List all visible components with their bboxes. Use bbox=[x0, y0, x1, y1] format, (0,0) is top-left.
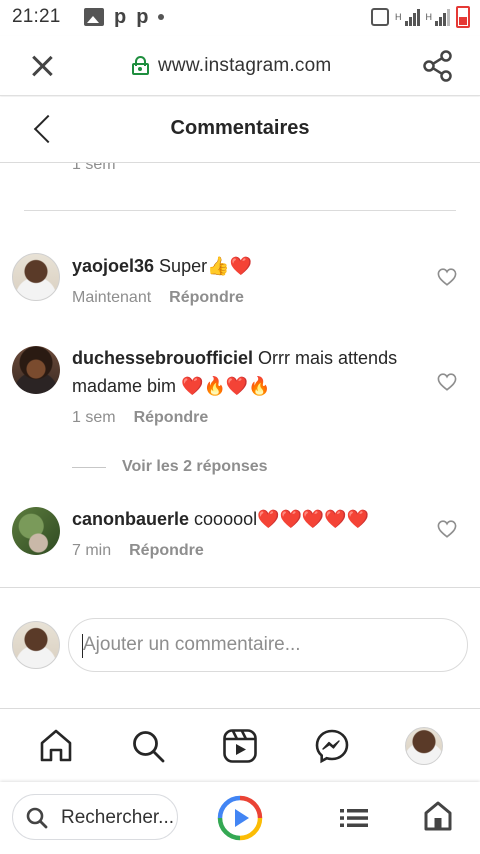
comment-username[interactable]: yaojoel36 bbox=[72, 256, 154, 276]
divider bbox=[0, 587, 480, 588]
gallery-notification-icon bbox=[84, 8, 104, 26]
comment-body: yaojoel36 Super👍❤️ bbox=[72, 252, 432, 280]
browser-home-icon[interactable] bbox=[423, 800, 453, 832]
divider bbox=[24, 210, 456, 211]
heart-outline-icon[interactable] bbox=[437, 373, 457, 391]
share-icon[interactable] bbox=[420, 50, 456, 82]
heart-outline-icon[interactable] bbox=[437, 520, 457, 538]
reply-button[interactable]: Répondre bbox=[134, 409, 209, 427]
status-bar: 21:21 p p H H bbox=[0, 0, 480, 36]
assistant-icon[interactable] bbox=[217, 795, 263, 841]
menu-list-icon[interactable] bbox=[338, 804, 370, 832]
home-icon[interactable] bbox=[38, 728, 74, 764]
comment-text: coooool❤️❤️❤️❤️❤️ bbox=[189, 509, 370, 529]
network-type-icon: H bbox=[395, 12, 402, 22]
reels-icon[interactable] bbox=[222, 728, 258, 764]
avatar[interactable] bbox=[12, 253, 60, 301]
reply-button[interactable]: Répondre bbox=[169, 289, 244, 307]
search-icon[interactable] bbox=[130, 728, 166, 764]
battery-low-icon bbox=[456, 6, 470, 28]
profile-avatar[interactable] bbox=[405, 727, 443, 765]
p-app-notification-icon-2: p bbox=[136, 6, 149, 28]
heart-outline-icon[interactable] bbox=[437, 268, 457, 286]
comment-meta: 1 sem Répondre bbox=[72, 409, 208, 427]
signal-icon bbox=[404, 8, 420, 26]
system-icons: H H bbox=[371, 6, 470, 28]
network-type-icon-2: H bbox=[425, 12, 433, 22]
comment-meta: Maintenant Répondre bbox=[72, 289, 244, 307]
browser-search-placeholder: Rechercher... bbox=[61, 807, 174, 828]
page-title: Commentaires bbox=[170, 117, 310, 139]
browser-bottom-bar: Rechercher... bbox=[0, 782, 480, 854]
instagram-bottom-nav bbox=[0, 708, 480, 782]
comment-time: 7 min bbox=[72, 542, 112, 559]
search-icon bbox=[26, 807, 48, 829]
comment-username[interactable]: canonbauerle bbox=[72, 509, 189, 529]
close-icon[interactable] bbox=[26, 50, 58, 82]
comment-body: duchessebrouofficiel Orrr mais attends m… bbox=[72, 344, 432, 400]
vibrate-icon bbox=[371, 8, 389, 26]
notification-icons: p p bbox=[84, 6, 165, 28]
replies-line bbox=[72, 466, 106, 468]
browser-search-box[interactable]: Rechercher... bbox=[12, 794, 178, 840]
comment-time: 1 sem bbox=[72, 409, 116, 426]
p-app-notification-icon: p bbox=[114, 6, 127, 28]
comment-body: canonbauerle coooool❤️❤️❤️❤️❤️ bbox=[72, 505, 432, 533]
more-notifications-dot-icon bbox=[158, 14, 165, 20]
browser-url-bar: www.instagram.com bbox=[0, 36, 480, 96]
avatar[interactable] bbox=[12, 507, 60, 555]
view-replies-button[interactable]: Voir les 2 réponses bbox=[72, 458, 268, 476]
own-avatar bbox=[12, 621, 60, 669]
lock-icon bbox=[132, 56, 149, 75]
messenger-icon[interactable] bbox=[314, 728, 350, 764]
signal-icon-2 bbox=[435, 8, 450, 26]
url-text[interactable]: www.instagram.com bbox=[158, 55, 331, 77]
reply-button[interactable]: Répondre bbox=[129, 542, 204, 560]
avatar[interactable] bbox=[12, 346, 60, 394]
comment-meta: 7 min Répondre bbox=[72, 542, 204, 560]
comment-time: Maintenant bbox=[72, 289, 152, 306]
add-comment-placeholder: Ajouter un commentaire... bbox=[83, 634, 301, 655]
comment-username[interactable]: duchessebrouofficiel bbox=[72, 348, 253, 368]
view-replies-label: Voir les 2 réponses bbox=[122, 458, 268, 475]
add-comment-input[interactable]: Ajouter un commentaire... bbox=[68, 618, 468, 672]
status-time: 21:21 bbox=[12, 6, 61, 27]
page-header: Commentaires bbox=[0, 97, 480, 163]
comment-text: Super👍❤️ bbox=[154, 256, 252, 276]
